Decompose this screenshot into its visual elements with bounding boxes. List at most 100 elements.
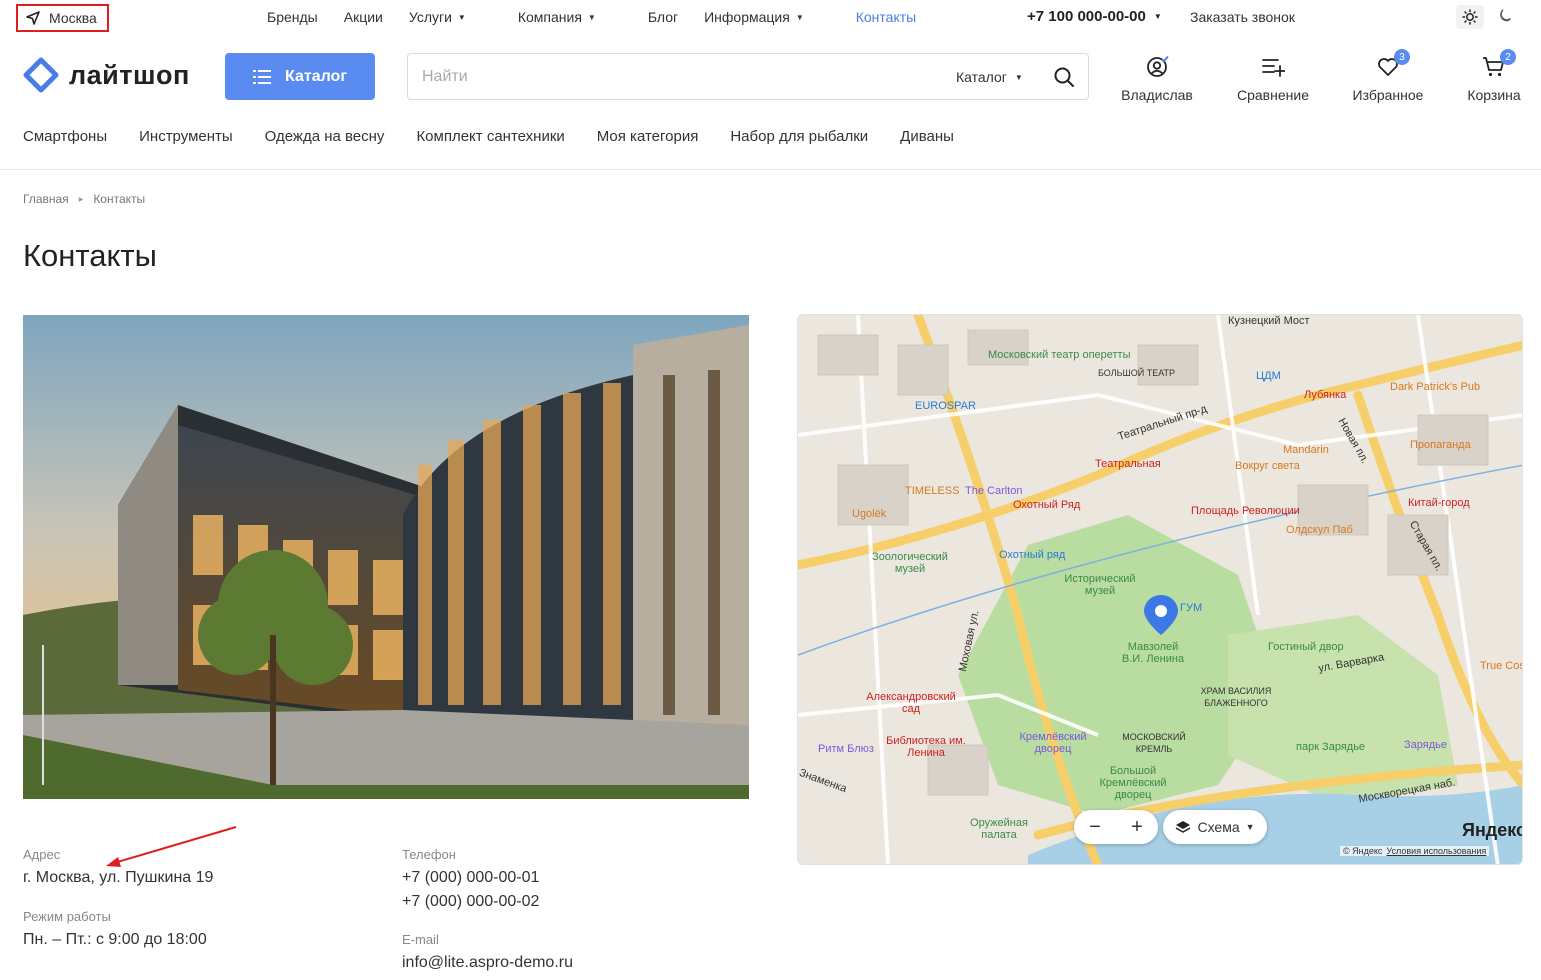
map-label: ГУМ [1180, 602, 1203, 614]
map-copyright: © Яндекс Условия использования [1340, 846, 1490, 856]
map-label: Ритм Блюз [818, 743, 874, 755]
email-label: E-mail [402, 932, 439, 947]
map-label: Большой Кремлёвский дворец [1099, 765, 1167, 801]
email-link[interactable]: info@lite.aspro-demo.ru [402, 954, 573, 972]
map-label: ЦДМ [1256, 370, 1281, 382]
caret-down-icon: ▼ [795, 13, 804, 22]
topnav-item-brands[interactable]: Бренды [267, 9, 318, 25]
map-label: Александровский сад [866, 691, 956, 715]
favorites-label: Избранное [1352, 87, 1424, 103]
map-label: The Carlton [965, 485, 1023, 497]
map-label: Мавзолей В.И. Ленина [1121, 641, 1185, 665]
map-label: Гостиный двор [1268, 641, 1344, 653]
contacts-map[interactable]: Кузнецкий Мост Московский театр оперетты… [797, 314, 1523, 865]
category-item[interactable]: Инструменты [139, 128, 233, 145]
compare-icon [1262, 59, 1286, 77]
map-zoom-controls: − + [1074, 810, 1158, 844]
caret-down-icon: ▼ [587, 13, 596, 22]
map-label: Охотный Ряд [1013, 499, 1081, 511]
map-layer-selector[interactable]: Схема ▼ [1163, 810, 1267, 844]
map-label: Библиотека им. Ленина [886, 735, 966, 759]
category-item[interactable]: Комплект сантехники [416, 128, 564, 145]
topnav-item-services[interactable]: Услуги ▼ [409, 9, 492, 25]
account-label: Владислав [1121, 87, 1193, 103]
menu-list-icon [253, 69, 271, 84]
map-label: Кремлёвский дворец [1019, 731, 1087, 755]
hours-value: Пн. – Пт.: с 9:00 до 18:00 [23, 931, 207, 948]
moon-icon [1500, 9, 1512, 22]
office-building-photo [23, 315, 749, 799]
map-label: Лубянка [1304, 389, 1347, 401]
zoom-out-button[interactable]: − [1089, 816, 1101, 839]
caret-down-icon: ▼ [1014, 73, 1023, 82]
map-label: ХРАМ ВАСИЛИЯ БЛАЖЕННОГО [1200, 686, 1272, 708]
map-label: Зарядье [1404, 739, 1447, 751]
caret-down-icon: ▼ [1153, 12, 1162, 21]
topnav-item-sales[interactable]: Акции [344, 9, 383, 25]
cart-label: Корзина [1467, 87, 1521, 103]
category-item[interactable]: Диваны [900, 128, 954, 145]
favorites-count-badge: 3 [1394, 49, 1410, 65]
map-label: Ugolёk [852, 508, 887, 520]
site-logo[interactable]: лайтшоп [23, 57, 190, 93]
category-item[interactable]: Набор для рыбалки [730, 128, 868, 145]
sun-icon [1462, 9, 1478, 25]
breadcrumb-home[interactable]: Главная [23, 192, 69, 206]
address-label: Адрес [23, 847, 61, 862]
user-icon [1147, 55, 1169, 77]
map-label: Московский театр оперетты [988, 349, 1131, 361]
catalog-button[interactable]: Каталог [225, 53, 375, 100]
map-label: True Cost [1480, 660, 1522, 672]
topnav-item-contacts[interactable]: Контакты [856, 9, 916, 25]
phone-label: Телефон [402, 847, 456, 862]
map-label: Площадь Революции [1191, 505, 1300, 517]
annotation-arrow [106, 826, 237, 867]
logo-text: лайтшоп [69, 59, 190, 90]
map-label: Исторический музей [1064, 573, 1136, 597]
light-theme-toggle[interactable] [1456, 5, 1484, 29]
layers-icon [1176, 821, 1191, 833]
compare-button[interactable]: Сравнение [1228, 55, 1318, 103]
topnav-item-info[interactable]: Информация ▼ [704, 9, 830, 25]
search-input[interactable] [422, 66, 922, 88]
search-icon[interactable] [1053, 66, 1075, 88]
phone-link[interactable]: +7 (000) 000-00-02 [402, 893, 539, 911]
map-label: Mandarin [1283, 444, 1329, 456]
callback-link[interactable]: Заказать звонок [1190, 9, 1295, 25]
map-label: Dark Patrick's Pub [1390, 381, 1481, 393]
map-label: EUROSPAR [915, 400, 976, 412]
account-button[interactable]: Владислав [1112, 55, 1202, 103]
breadcrumb-separator-icon: ▶ [78, 196, 84, 203]
favorites-button[interactable]: 3 Избранное [1343, 49, 1433, 103]
map-label: Китай-город [1408, 497, 1470, 509]
location-arrow-icon [26, 11, 40, 25]
search-bar: Каталог▼ [407, 53, 1089, 100]
search-scope-dropdown[interactable]: Каталог ▼ [956, 69, 1023, 85]
map-label: Вокруг света [1235, 460, 1300, 472]
hours-label: Режим работы [23, 909, 111, 924]
dark-theme-toggle[interactable] [1497, 8, 1513, 29]
phone-link[interactable]: +7 (000) 000-00-01 [402, 869, 539, 887]
map-label: Зоологический музей [872, 551, 948, 575]
header-divider [0, 169, 1541, 170]
caret-down-icon: ▼ [457, 13, 466, 22]
category-item[interactable]: Смартфоны [23, 128, 107, 145]
zoom-in-button[interactable]: + [1131, 816, 1143, 839]
category-item[interactable]: Одежда на весну [265, 128, 385, 145]
category-item[interactable]: Моя категория [597, 128, 699, 145]
map-terms-link[interactable]: Условия использования [1386, 846, 1486, 856]
map-label: Кузнецкий Мост [1228, 315, 1310, 327]
map-label: Оружейная палата [970, 817, 1028, 841]
topnav-item-company[interactable]: Компания ▼ [518, 9, 622, 25]
city-selector[interactable]: Москва [16, 4, 109, 32]
caret-down-icon: ▼ [1245, 822, 1255, 832]
topnav-item-blog[interactable]: Блог [648, 9, 678, 25]
map-label: TIMELESS [905, 485, 960, 497]
catalog-button-label: Каталог [285, 67, 347, 85]
yandex-logo: Яндекс [1462, 820, 1523, 840]
cart-button[interactable]: 2 Корзина [1449, 49, 1539, 103]
header-phone[interactable]: +7 100 000-00-00 ▼ [1027, 8, 1162, 25]
map-label: парк Зарядье [1296, 741, 1366, 753]
page-title: Контакты [23, 238, 157, 273]
map-label: Олдскул Паб [1286, 524, 1353, 536]
